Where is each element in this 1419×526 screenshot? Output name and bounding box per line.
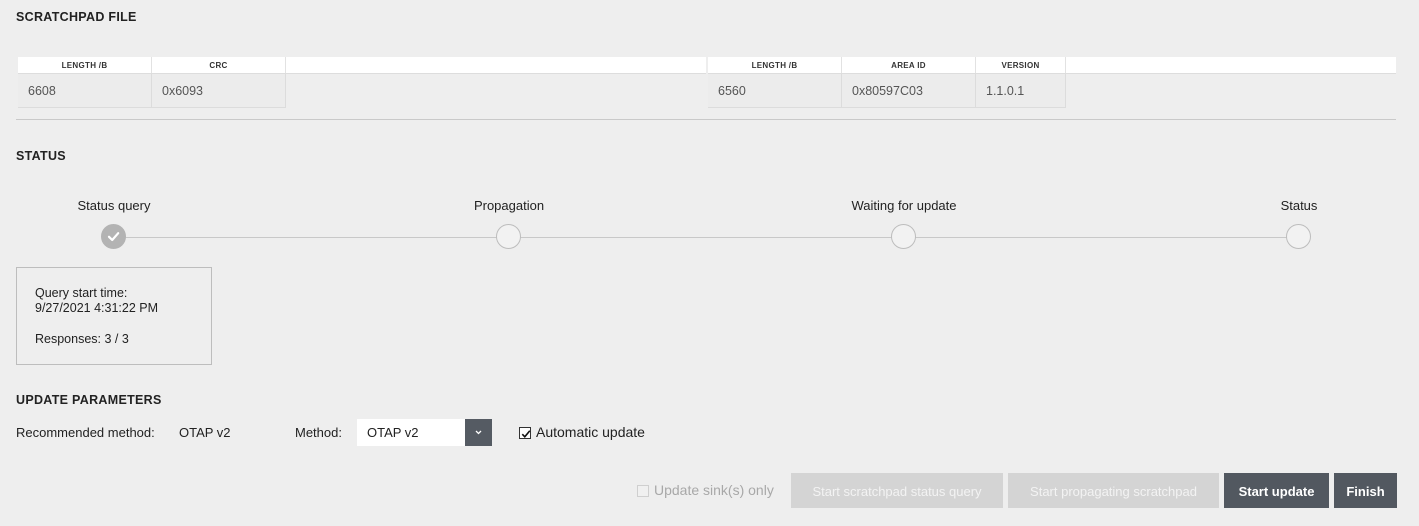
step-label: Status: [1280, 198, 1318, 213]
column-header-length: LENGTH /B: [708, 57, 842, 73]
table-header-row: LENGTH /B AREA ID VERSION: [708, 57, 1396, 74]
scratchpad-right-table: LENGTH /B AREA ID VERSION 6560 0x80597C0…: [708, 57, 1396, 108]
step-indicator-done: [101, 224, 126, 249]
automatic-update-checkbox[interactable]: [519, 427, 531, 439]
cell-version: 1.1.0.1: [976, 74, 1066, 108]
status-section-title: STATUS: [16, 149, 66, 163]
cell-area-id: 0x80597C03: [842, 74, 976, 108]
step-status-query: Status query: [24, 198, 204, 249]
column-header-area-id: AREA ID: [842, 57, 976, 73]
step-label: Status query: [77, 198, 151, 213]
recommended-method-label: Recommended method:: [16, 425, 155, 440]
method-label: Method:: [295, 425, 342, 440]
step-indicator: [496, 224, 521, 249]
scratchpad-left-table: LENGTH /B CRC 6608 0x6093: [18, 57, 706, 108]
method-select-toggle[interactable]: [465, 419, 492, 446]
status-info-box: Query start time: 9/27/2021 4:31:22 PM R…: [16, 267, 212, 365]
cell-crc: 0x6093: [152, 74, 286, 108]
check-icon: [107, 232, 120, 242]
start-propagating-button[interactable]: Start propagating scratchpad: [1008, 473, 1219, 508]
update-sink-only-label[interactable]: Update sink(s) only: [654, 482, 774, 498]
scratchpad-section-title: SCRATCHPAD FILE: [16, 10, 137, 24]
automatic-update-label[interactable]: Automatic update: [536, 424, 645, 440]
step-waiting-for-update: Waiting for update: [814, 198, 994, 249]
method-select-value: OTAP v2: [367, 425, 419, 440]
column-header-length: LENGTH /B: [18, 57, 152, 73]
column-header-crc: CRC: [152, 57, 286, 73]
step-indicator: [1286, 224, 1311, 249]
start-update-button[interactable]: Start update: [1224, 473, 1329, 508]
update-sink-only-checkbox[interactable]: [637, 485, 649, 497]
cell-length: 6560: [708, 74, 842, 108]
step-label: Waiting for update: [851, 198, 957, 213]
update-parameters-section-title: UPDATE PARAMETERS: [16, 393, 162, 407]
cell-length: 6608: [18, 74, 152, 108]
method-select[interactable]: OTAP v2: [357, 419, 492, 446]
step-propagation: Propagation: [419, 198, 599, 249]
finish-button[interactable]: Finish: [1334, 473, 1397, 508]
recommended-method-value: OTAP v2: [179, 425, 231, 440]
responses-count: Responses: 3 / 3: [35, 332, 129, 346]
start-status-query-button[interactable]: Start scratchpad status query: [791, 473, 1003, 508]
step-label: Propagation: [473, 198, 545, 213]
query-start-label: Query start time:: [35, 286, 128, 300]
query-start-value: 9/27/2021 4:31:22 PM: [35, 301, 159, 315]
step-indicator: [891, 224, 916, 249]
chevron-down-icon: [475, 430, 482, 435]
section-divider: [16, 119, 1396, 120]
table-header-row: LENGTH /B CRC: [18, 57, 706, 74]
column-header-version: VERSION: [976, 57, 1066, 73]
stepper-track: [114, 237, 1299, 238]
step-status: Status: [1209, 198, 1389, 249]
check-icon: [521, 430, 531, 438]
